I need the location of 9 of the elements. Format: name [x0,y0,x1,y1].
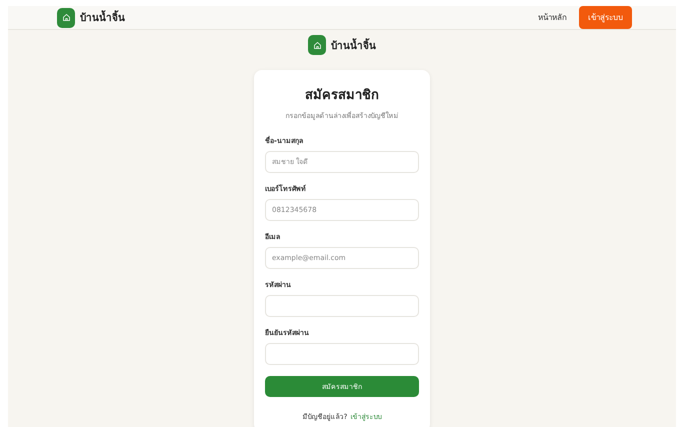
home-link[interactable]: หน้าหลัก [538,11,567,24]
house-icon [62,13,70,22]
login-button[interactable]: เข้าสู่ระบบ [579,6,632,29]
brand-name: บ้านน้ำจิ้น [80,10,125,25]
input-field[interactable] [265,295,419,317]
input-field[interactable] [265,343,419,365]
form-title: สมัครสมาชิก [304,87,380,105]
house-icon [312,40,322,50]
brand-title: บ้านน้ำจิ้น [331,38,376,52]
